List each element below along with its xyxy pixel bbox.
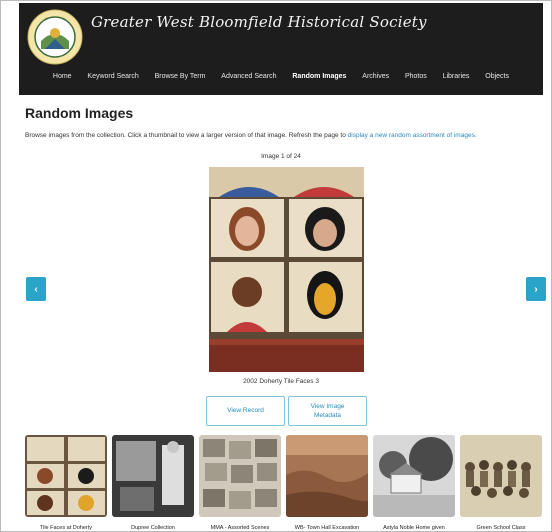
intro-body: Browse images from the collection. Click… [25, 132, 346, 139]
chevron-left-icon: ‹ [34, 283, 38, 295]
nav-item-home[interactable]: Home [53, 73, 72, 80]
thumbnail-label: Tile Faces at Doherty [39, 525, 93, 531]
view-image-metadata-button[interactable]: View Image Metadata [288, 396, 367, 426]
nav-item-browse-by-term[interactable]: Browse By Term [155, 73, 206, 80]
thumbnail-label: WB- Town Hall Excavation [294, 525, 360, 531]
thumbnail-image [112, 435, 194, 517]
society-logo[interactable] [27, 9, 83, 65]
chevron-right-icon: › [534, 283, 538, 295]
thumbnail-label: Dupree Collection [131, 525, 175, 531]
thumbnail-image [373, 435, 455, 517]
nav-item-photos[interactable]: Photos [405, 73, 427, 80]
thumbnail-strip: Tile Faces at Doherty Dupree Collection [25, 435, 543, 531]
next-image-button[interactable]: › [526, 277, 546, 301]
nav-item-advanced-search[interactable]: Advanced Search [221, 73, 276, 80]
previous-image-button[interactable]: ‹ [26, 277, 46, 301]
view-record-button[interactable]: View Record [206, 396, 285, 426]
main-content: Random Images Browse images from the col… [19, 95, 546, 531]
thumbnail-label: Astyla Noble Home given [383, 525, 445, 531]
new-random-assortment-link[interactable]: display a new random assortment of image… [348, 132, 477, 139]
site-title[interactable]: Greater West Bloomfield Historical Socie… [91, 13, 427, 31]
featured-image[interactable] [209, 167, 364, 372]
intro-text: Browse images from the collection. Click… [25, 132, 477, 139]
image-caption: 2002 Doherty Tile Faces 3 [243, 378, 319, 385]
thumbnail-item[interactable]: Green School Class [460, 435, 542, 531]
thumbnail-item[interactable]: Dupree Collection [112, 435, 194, 531]
main-nav: Home Keyword Search Browse By Term Advan… [19, 73, 543, 80]
thumbnail-label: MMA - Assorted Scenes [210, 525, 270, 531]
thumbnail-image [460, 435, 542, 517]
nav-item-keyword-search[interactable]: Keyword Search [87, 73, 138, 80]
page-frame: Greater West Bloomfield Historical Socie… [0, 0, 552, 532]
page-title: Random Images [25, 105, 134, 121]
nav-item-random-images[interactable]: Random Images [292, 73, 346, 80]
thumbnail-label: Green School Class [476, 525, 526, 531]
thumbnail-image [25, 435, 107, 517]
metadata-button-line2: Metadata [313, 412, 342, 419]
thumbnail-item[interactable]: Astyla Noble Home given [373, 435, 455, 531]
thumbnail-item[interactable]: WB- Town Hall Excavation [286, 435, 370, 531]
nav-item-objects[interactable]: Objects [485, 73, 509, 80]
site-header: Greater West Bloomfield Historical Socie… [19, 3, 543, 95]
thumbnail-image [286, 435, 370, 517]
thumbnail-item[interactable]: MMA - Assorted Scenes [199, 435, 281, 531]
image-counter: Image 1 of 24 [261, 153, 301, 160]
nav-item-libraries[interactable]: Libraries [443, 73, 470, 80]
nav-item-archives[interactable]: Archives [362, 73, 389, 80]
metadata-button-line1: View Image [310, 402, 345, 410]
thumbnail-image [199, 435, 281, 517]
thumbnail-item[interactable]: Tile Faces at Doherty [25, 435, 107, 531]
